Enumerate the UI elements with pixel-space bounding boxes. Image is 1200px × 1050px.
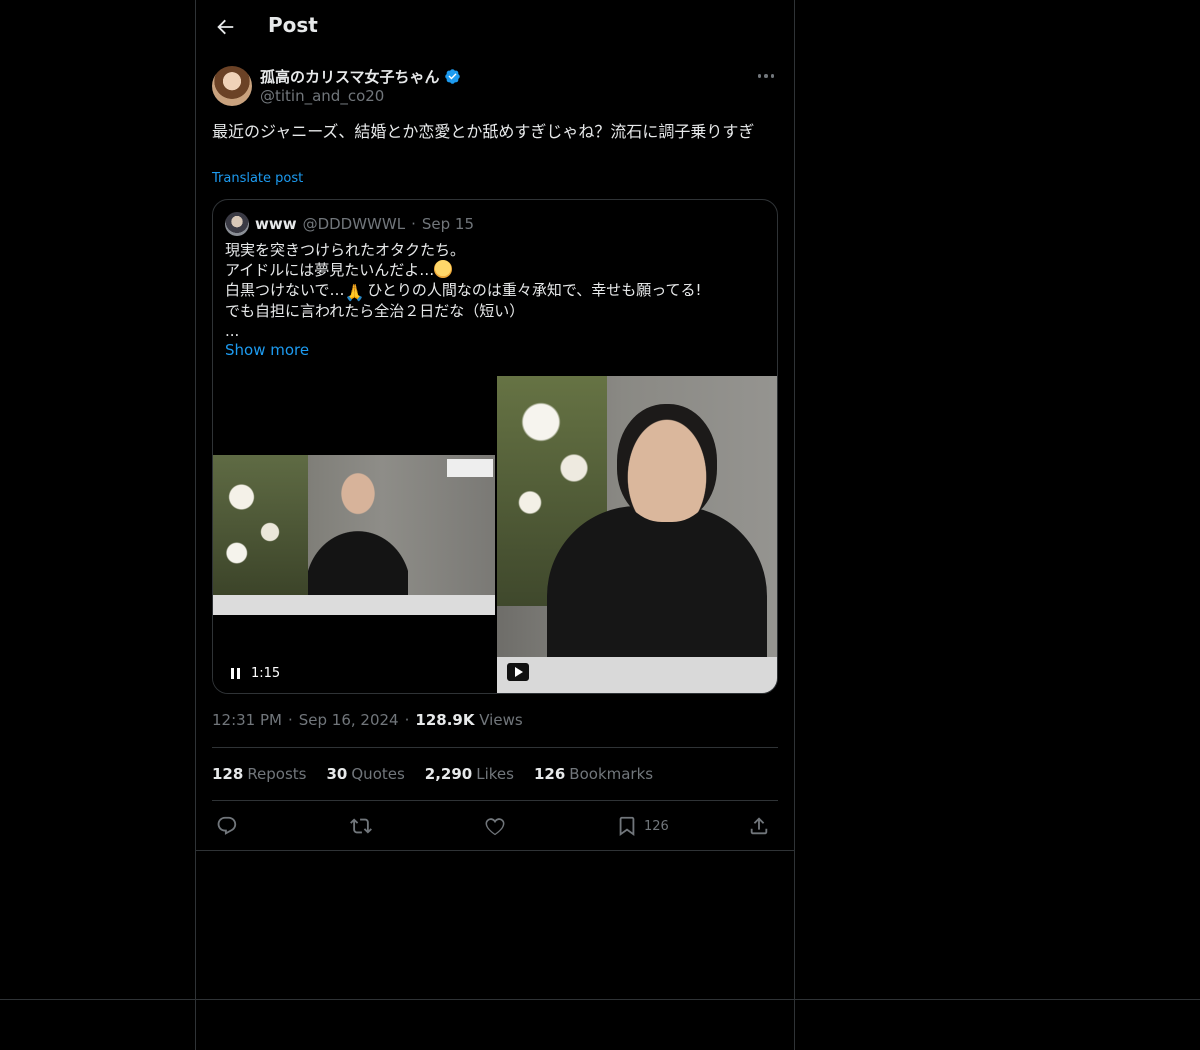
show-more-link[interactable]: Show more	[225, 341, 309, 359]
views: 128.9K Views	[415, 711, 522, 729]
bookmarks-stat[interactable]: 126 Bookmarks	[534, 765, 653, 783]
video-corner-badge	[447, 459, 493, 477]
more-options-button[interactable]	[754, 66, 778, 86]
views-label: Views	[479, 711, 523, 729]
play-icon[interactable]	[507, 663, 529, 681]
separator-dot: ·	[411, 215, 416, 233]
more-options-icon	[757, 74, 775, 78]
top-bar: Post	[196, 0, 794, 53]
quoted-post-text: 現実を突きつけられたオタクたち。 アイドルには夢見たいんだよ… 白黒つけないで……	[225, 240, 765, 341]
share-button[interactable]	[748, 812, 770, 840]
separator-dot: ·	[287, 711, 293, 729]
reply-button[interactable]	[216, 812, 238, 840]
author-avatar[interactable]	[212, 66, 252, 106]
post-detail-column: Post 孤高のカリスマ女子ちゃん @titin_and_co20 最近のジャニ…	[196, 0, 794, 851]
quoted-line: でも自担に言われたら全治２日だな（短い）	[225, 302, 525, 320]
action-bar: 126	[212, 812, 778, 840]
pause-icon[interactable]	[231, 667, 243, 680]
flower-arrangement	[213, 455, 308, 595]
bottom-divider	[0, 999, 1200, 1000]
reposts-stat[interactable]: 128 Reposts	[212, 765, 307, 783]
right-column-border	[794, 0, 795, 1050]
likes-stat[interactable]: 2,290 Likes	[425, 765, 514, 783]
share-icon	[750, 817, 768, 835]
author-name-row: 孤高のカリスマ女子ちゃん	[260, 66, 461, 86]
post-date[interactable]: Sep 16, 2024	[299, 711, 399, 729]
quoted-post-date: Sep 15	[421, 215, 475, 233]
quoted-line: アイドルには夢見たいんだよ…	[225, 260, 765, 280]
quoted-post-header: www @DDDWWWL · Sep 15	[225, 212, 475, 236]
video-duration: 1:15	[251, 666, 281, 681]
person-figure	[308, 465, 408, 595]
divider	[212, 800, 778, 801]
quotes-stat[interactable]: 30 Quotes	[327, 765, 405, 783]
divider	[212, 747, 778, 748]
post-meta: 12:31 PM · Sep 16, 2024 · 128.9K Views	[212, 711, 523, 729]
post-time[interactable]: 12:31 PM	[212, 711, 282, 729]
page-title: Post	[268, 13, 318, 37]
bookmark-button[interactable]: 126	[616, 812, 669, 840]
bookmark-count: 126	[644, 818, 669, 834]
author-handle[interactable]: @titin_and_co20	[260, 87, 384, 105]
views-count: 128.9K	[415, 711, 475, 729]
video-controls: 1:15	[231, 666, 280, 681]
translate-post-link[interactable]: Translate post	[212, 171, 303, 186]
video-player[interactable]: 1:15	[213, 376, 495, 693]
repost-icon	[350, 818, 372, 834]
pleading-face-emoji-icon	[434, 260, 453, 278]
separator-dot: ·	[404, 711, 410, 729]
quoted-line: ...	[225, 322, 240, 340]
folded-hands-emoji-icon: 🙏	[344, 283, 365, 302]
person-face	[617, 404, 717, 522]
back-button[interactable]	[210, 12, 240, 42]
quoted-line: 白黒つけないで…🙏 ひとりの人間なのは重々承知で、幸せも願ってる!	[225, 281, 702, 302]
person-body	[547, 506, 767, 676]
author-name[interactable]: 孤高のカリスマ女子ちゃん	[260, 66, 440, 87]
like-icon	[485, 818, 505, 836]
bookmark-icon	[619, 816, 635, 837]
repost-button[interactable]	[350, 812, 372, 840]
reply-icon	[217, 816, 237, 835]
video-caption-bar	[213, 595, 495, 615]
video-frame	[213, 455, 495, 615]
post-text: 最近のジャニーズ、結婚とか恋愛とか舐めすぎじゃね？流石に調子乗りすぎ	[212, 122, 755, 141]
like-button[interactable]	[484, 812, 506, 840]
quoted-author-avatar	[225, 212, 249, 236]
media-thumbnail[interactable]	[497, 376, 777, 693]
quoted-line: 現実を突きつけられたオタクたち。	[225, 241, 466, 259]
media-caption-bar	[497, 657, 777, 693]
verified-badge-icon	[444, 68, 460, 84]
quoted-post-card[interactable]: www @DDDWWWL · Sep 15 現実を突きつけられたオタクたち。 ア…	[212, 199, 778, 694]
quoted-author-name: www	[255, 215, 297, 233]
engagement-stats: 128 Reposts 30 Quotes 2,290 Likes 126 Bookma…	[212, 765, 653, 783]
back-arrow-icon	[217, 19, 234, 35]
quoted-author-handle: @DDDWWWL	[302, 215, 406, 233]
